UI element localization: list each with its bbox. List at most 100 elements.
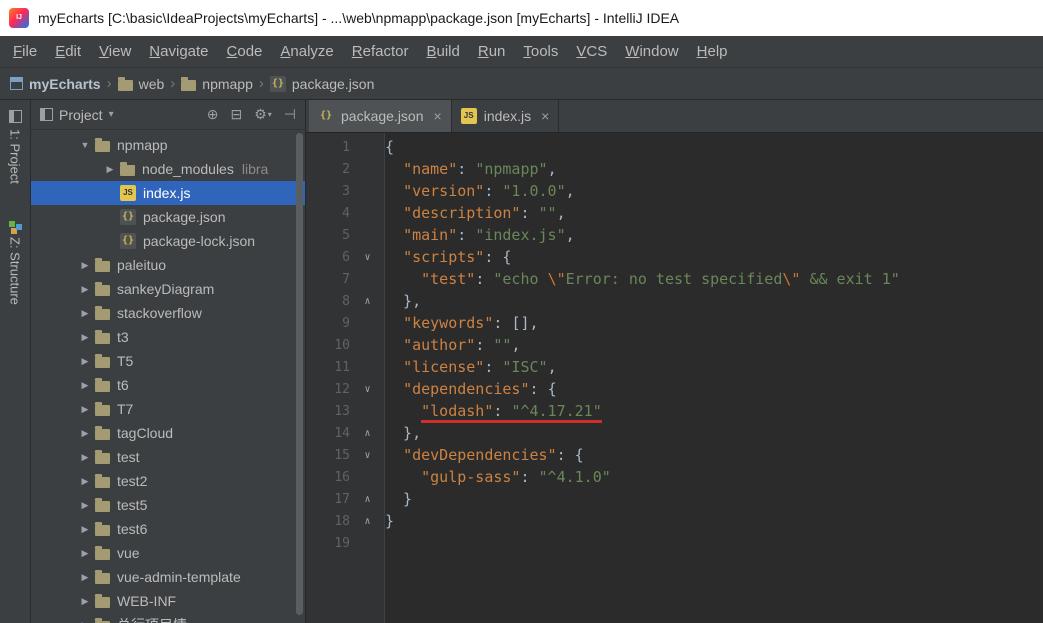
hide-panel-icon[interactable]: ⊣ xyxy=(284,106,296,123)
menu-help[interactable]: Help xyxy=(688,43,737,60)
code-text[interactable]: "name": "npmapp", xyxy=(385,158,557,180)
expand-arrow-icon[interactable]: ▶ xyxy=(75,452,95,463)
expand-arrow-icon[interactable]: ▶ xyxy=(75,284,95,295)
fold-marker-icon[interactable]: ∧ xyxy=(350,494,385,505)
expand-arrow-icon[interactable]: ▶ xyxy=(75,596,95,607)
expand-arrow-icon[interactable]: ▶ xyxy=(75,380,95,391)
code-editor[interactable]: 1{2 "name": "npmapp", 3 "version": "1.0.0… xyxy=(306,133,1043,623)
line-number: 17 xyxy=(334,491,350,507)
line-number: 12 xyxy=(334,381,350,397)
code-text[interactable]: } xyxy=(385,510,394,532)
tree-row-stackoverflow[interactable]: ▶ stackoverflow xyxy=(31,301,305,325)
tree-row-T7[interactable]: ▶ T7 xyxy=(31,397,305,421)
tree-row-package-lock.json[interactable]: {} package-lock.json xyxy=(31,229,305,253)
menu-run[interactable]: Run xyxy=(469,43,515,60)
fold-marker-icon[interactable]: ∧ xyxy=(350,428,385,439)
breadcrumb: myEcharts › web › npmapp › {} package.json xyxy=(0,68,1043,100)
tree-row-T5[interactable]: ▶ T5 xyxy=(31,349,305,373)
breadcrumb-item-package.json[interactable]: {} package.json xyxy=(269,75,374,92)
settings-gear-icon[interactable]: ⚙ ▾ xyxy=(254,106,272,123)
fold-marker-icon[interactable]: ∨ xyxy=(350,450,385,461)
title-bar[interactable]: IJ myEcharts [C:\basic\IdeaProjects\myEc… xyxy=(0,0,1043,36)
tree-item-label: WEB-INF xyxy=(117,593,177,609)
locate-file-icon[interactable]: ⊕ xyxy=(207,106,219,123)
tree-row-paleituo[interactable]: ▶ paleituo xyxy=(31,253,305,277)
code-text[interactable]: "license": "ISC", xyxy=(385,356,557,378)
expand-arrow-icon[interactable]: ▶ xyxy=(75,356,95,367)
expand-arrow-icon[interactable]: ▶ xyxy=(100,164,120,175)
expand-arrow-icon[interactable]: ▶ xyxy=(75,524,95,535)
editor-tab-index.js[interactable]: JS index.js × xyxy=(452,100,560,132)
collapse-arrow-icon[interactable]: ▼ xyxy=(75,140,95,150)
code-text[interactable]: } xyxy=(385,488,412,510)
tree-row-vue-admin-template[interactable]: ▶ vue-admin-template xyxy=(31,565,305,589)
menu-build[interactable]: Build xyxy=(417,43,468,60)
code-text[interactable]: }, xyxy=(385,290,421,312)
tool-window-project-button[interactable]: 1: Project xyxy=(8,110,23,184)
code-text[interactable]: "test": "echo \"Error: no test specified… xyxy=(385,268,900,290)
tree-row-vue[interactable]: ▶ vue xyxy=(31,541,305,565)
fold-marker-icon[interactable]: ∧ xyxy=(350,296,385,307)
expand-arrow-icon[interactable]: ▶ xyxy=(75,332,95,343)
folder-icon xyxy=(95,282,110,296)
code-text[interactable]: "version": "1.0.0", xyxy=(385,180,575,202)
expand-arrow-icon[interactable]: ▶ xyxy=(75,476,95,487)
tree-row-WEB-INF[interactable]: ▶ WEB-INF xyxy=(31,589,305,613)
tree-row-tagCloud[interactable]: ▶ tagCloud xyxy=(31,421,305,445)
tree-row-t6[interactable]: ▶ t6 xyxy=(31,373,305,397)
menu-code[interactable]: Code xyxy=(218,43,272,60)
code-text[interactable]: "main": "index.js", xyxy=(385,224,575,246)
expand-arrow-icon[interactable]: ▶ xyxy=(75,260,95,271)
breadcrumb-item-myEcharts[interactable]: myEcharts xyxy=(10,76,101,92)
tool-window-structure-button[interactable]: Z: Structure xyxy=(8,218,23,305)
code-text[interactable]: "lodash": "^4.17.21" xyxy=(385,400,602,423)
tree-row-test[interactable]: ▶ test xyxy=(31,445,305,469)
collapse-all-icon[interactable]: ⊟ xyxy=(230,106,242,123)
breadcrumb-item-web[interactable]: web xyxy=(117,76,164,92)
menu-tools[interactable]: Tools xyxy=(514,43,567,60)
code-text[interactable]: "description": "", xyxy=(385,202,566,224)
close-tab-icon[interactable]: × xyxy=(541,108,549,124)
expand-arrow-icon[interactable]: ▶ xyxy=(75,620,95,623)
close-tab-icon[interactable]: × xyxy=(434,108,442,124)
tree-row-sankeyDiagram[interactable]: ▶ sankeyDiagram xyxy=(31,277,305,301)
project-view-dropdown[interactable]: Project ▾ xyxy=(40,107,114,123)
menu-view[interactable]: View xyxy=(90,43,140,60)
expand-arrow-icon[interactable]: ▶ xyxy=(75,548,95,559)
tree-row-t3[interactable]: ▶ t3 xyxy=(31,325,305,349)
editor-tab-package.json[interactable]: {} package.json × xyxy=(309,100,452,132)
code-text[interactable]: "gulp-sass": "^4.1.0" xyxy=(385,466,611,488)
code-text[interactable]: "scripts": { xyxy=(385,246,511,268)
code-text[interactable]: "keywords": [], xyxy=(385,312,538,334)
menu-vcs[interactable]: VCS xyxy=(567,43,616,60)
menu-refactor[interactable]: Refactor xyxy=(343,43,418,60)
tree-row-node_modules[interactable]: ▶ node_modules libra xyxy=(31,157,305,181)
fold-marker-icon[interactable]: ∧ xyxy=(350,516,385,527)
expand-arrow-icon[interactable]: ▶ xyxy=(75,428,95,439)
tree-row-npmapp[interactable]: ▼ npmapp xyxy=(31,133,305,157)
expand-arrow-icon[interactable]: ▶ xyxy=(75,404,95,415)
code-text[interactable]: "dependencies": { xyxy=(385,378,557,400)
menu-file[interactable]: File xyxy=(4,43,46,60)
code-text[interactable]: "devDependencies": { xyxy=(385,444,584,466)
fold-marker-icon[interactable]: ∨ xyxy=(350,252,385,263)
expand-arrow-icon[interactable]: ▶ xyxy=(75,500,95,511)
tree-row-package.json[interactable]: {} package.json xyxy=(31,205,305,229)
code-text[interactable]: "author": "", xyxy=(385,334,520,356)
tree-row-总行项目情..[interactable]: ▶ 总行项目情.. xyxy=(31,613,305,623)
project-tree-scrollbar[interactable] xyxy=(296,133,303,615)
menu-window[interactable]: Window xyxy=(616,43,687,60)
menu-analyze[interactable]: Analyze xyxy=(271,43,342,60)
tree-row-index.js[interactable]: JS index.js xyxy=(31,181,305,205)
menu-navigate[interactable]: Navigate xyxy=(140,43,217,60)
menu-edit[interactable]: Edit xyxy=(46,43,90,60)
breadcrumb-item-npmapp[interactable]: npmapp xyxy=(181,76,253,92)
expand-arrow-icon[interactable]: ▶ xyxy=(75,308,95,319)
code-text[interactable]: { xyxy=(385,136,394,158)
tree-row-test2[interactable]: ▶ test2 xyxy=(31,469,305,493)
code-text[interactable]: }, xyxy=(385,422,421,444)
expand-arrow-icon[interactable]: ▶ xyxy=(75,572,95,583)
fold-marker-icon[interactable]: ∨ xyxy=(350,384,385,395)
tree-row-test5[interactable]: ▶ test5 xyxy=(31,493,305,517)
tree-row-test6[interactable]: ▶ test6 xyxy=(31,517,305,541)
